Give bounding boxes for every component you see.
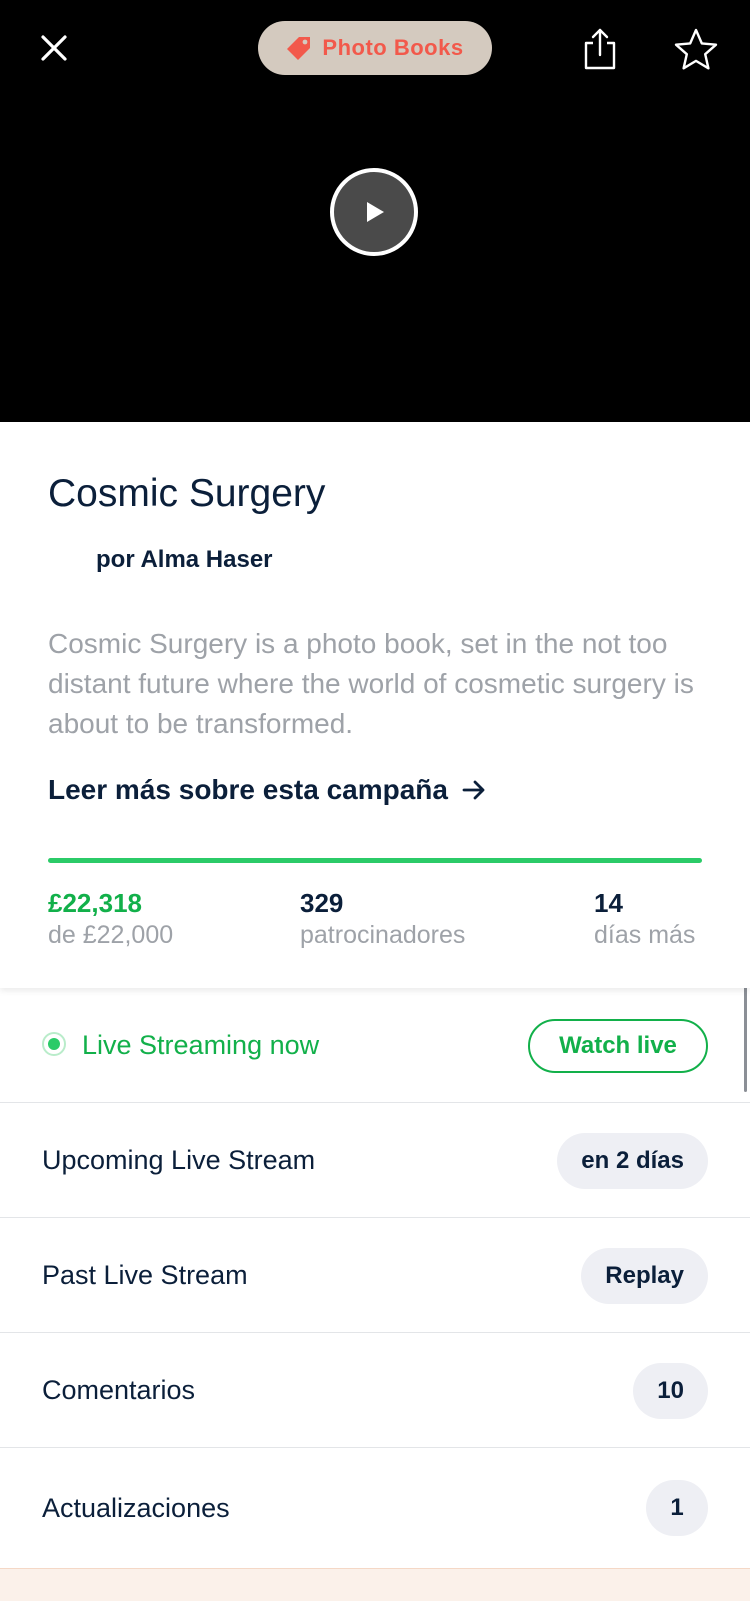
video-player[interactable]: Photo Books [0,0,750,422]
backers-label: patrocinadores [300,921,466,949]
campaign-description: Cosmic Surgery is a photo book, set in t… [48,628,694,739]
live-stream-label: Live Streaming now [82,1030,320,1060]
campaign-info: Cosmic Surgery por Alma Haser Cosmic Sur… [0,422,750,988]
funding-progress-bar [48,858,702,863]
close-button[interactable] [34,28,74,68]
campaign-title: Cosmic Surgery [48,472,326,515]
days-count: 14 [594,888,623,918]
bottom-banner [0,1568,750,1601]
play-button[interactable] [329,167,419,257]
upcoming-stream-badge[interactable]: en 2 días [557,1133,708,1189]
read-more-link[interactable]: Leer más sobre esta campaña [48,774,486,806]
past-stream-row[interactable]: Past Live Stream Replay [0,1218,750,1333]
backers-count: 329 [300,888,344,918]
funded-goal: de £22,000 [48,921,174,949]
live-indicator-icon [42,1032,66,1056]
category-label: Photo Books [322,35,464,60]
comments-count-badge[interactable]: 10 [633,1363,708,1419]
campaign-author[interactable]: por Alma Haser [96,546,273,574]
arrow-right-icon [462,780,485,800]
updates-label: Actualizaciones [42,1493,230,1523]
watch-live-button[interactable]: Watch live [528,1019,708,1073]
favorite-button[interactable] [672,26,720,74]
share-button[interactable] [578,24,622,74]
updates-count-badge[interactable]: 1 [646,1480,708,1536]
star-icon [674,28,718,70]
replay-button[interactable]: Replay [581,1248,708,1304]
funded-amount: £22,318 [48,888,142,918]
upcoming-stream-label: Upcoming Live Stream [42,1145,316,1175]
live-stream-row[interactable]: Live Streaming now Watch live [0,988,750,1103]
play-icon [330,168,418,256]
stat-backers: 329 patrocinadores [300,888,465,952]
updates-row[interactable]: Actualizaciones 1 [0,1448,750,1568]
tag-icon [287,37,311,60]
category-tag-button[interactable]: Photo Books [258,21,492,75]
past-stream-label: Past Live Stream [42,1260,248,1290]
comments-row[interactable]: Comentarios 10 [0,1333,750,1448]
funding-progress-fill [48,858,702,863]
stat-days: 14 días más [594,888,695,952]
share-icon [584,28,616,70]
read-more-label: Leer más sobre esta campaña [48,774,448,805]
comments-label: Comentarios [42,1375,196,1405]
close-icon [41,35,67,61]
days-label: días más [594,921,696,949]
upcoming-stream-row[interactable]: Upcoming Live Stream en 2 días [0,1103,750,1218]
stat-funded: £22,318 de £22,000 [48,888,173,952]
